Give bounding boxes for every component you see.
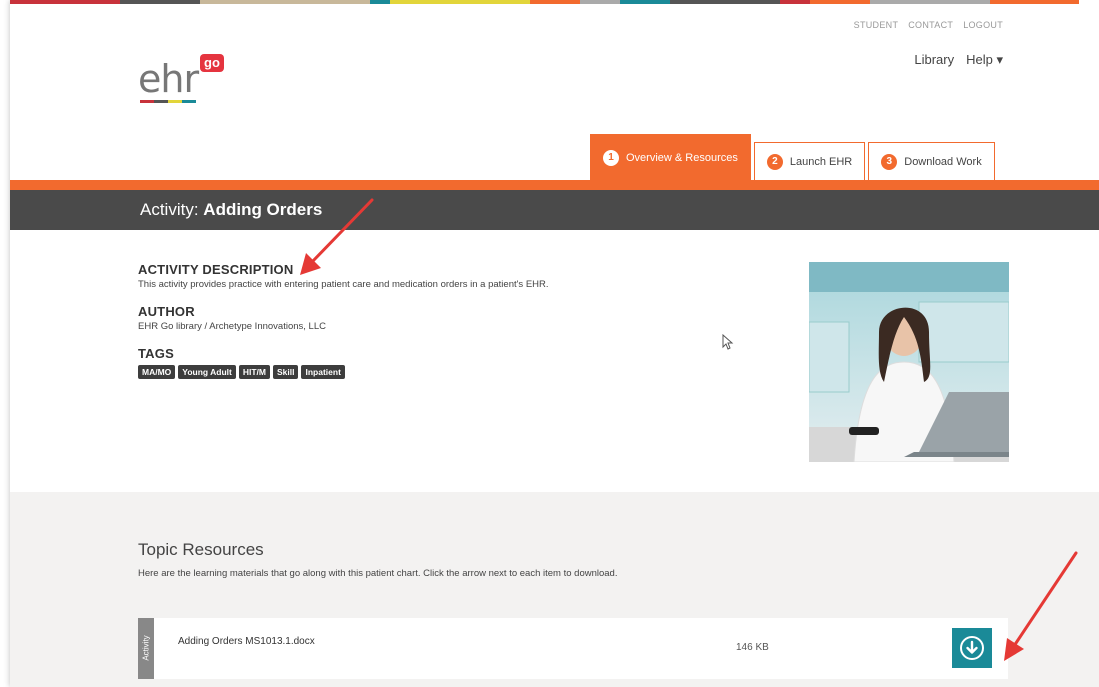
tab-launch-ehr[interactable]: 2 Launch EHR [753,142,866,180]
tab-label: Launch EHR [789,155,853,168]
logo-color-bar [140,100,196,103]
resource-category-text: Activity [141,635,151,661]
tab-label: Overview & Resources [626,151,738,164]
activity-photo [809,262,1009,462]
ehrgo-logo[interactable]: ehr go [138,54,228,106]
brand-color-strip [10,0,1099,4]
step-number: 2 [766,153,783,170]
student-link[interactable]: STUDENT [854,20,899,30]
logo-badge: go [200,54,224,72]
top-links: STUDENT CONTACT LOGOUT [854,20,1003,30]
author-heading: AUTHOR [138,304,195,319]
tag-ma-mo[interactable]: MA/MO [138,365,176,379]
description-text: This activity provides practice with ent… [138,279,549,290]
tab-download-work[interactable]: 3 Download Work [868,142,995,180]
resources-title: Topic Resources [138,540,264,559]
tab-label: Download Work [904,155,982,168]
tag-skill[interactable]: Skill [273,365,299,379]
description-heading: ACTIVITY DESCRIPTION [138,262,294,277]
step-tabs: 1 Overview & Resources 2 Launch EHR 3 Do… [590,134,995,180]
download-arrow-icon [960,636,984,660]
app-frame: STUDENT CONTACT LOGOUT ehr go Library He… [10,0,1099,687]
step-number: 3 [881,153,898,170]
tags-heading: TAGS [138,346,174,361]
tag-inpatient[interactable]: Inpatient [301,365,345,379]
contact-link[interactable]: CONTACT [908,20,953,30]
resource-filesize: 146 KB [736,642,769,653]
tag-hit-m[interactable]: HIT/M [238,365,270,379]
tag-list: MA/MO Young Adult HIT/M Skill Inpatient [138,365,758,379]
mouse-cursor-icon [722,333,734,355]
activity-header: Activity: Adding Orders [10,190,1099,230]
resource-filename: Adding Orders MS1013.1.docx [178,636,315,647]
author-text: EHR Go library / Archetype Innovations, … [138,321,326,332]
resource-category-label: Activity [138,618,154,679]
resource-item: Activity Adding Orders MS1013.1.docx 146… [138,618,1008,679]
activity-details: ACTIVITY DESCRIPTION This activity provi… [138,262,758,393]
help-menu[interactable]: Help ▾ [966,52,1003,68]
step-number: 1 [603,149,619,166]
tag-young-adult[interactable]: Young Adult [178,365,236,379]
main-nav: Library Help ▾ [914,52,1003,68]
activity-title: Adding Orders [203,200,323,219]
download-button[interactable] [952,628,992,668]
topic-resources-section: Topic Resources Here are the learning ma… [10,492,1099,687]
library-link[interactable]: Library [914,52,954,68]
activity-prefix: Activity: [140,200,199,219]
logout-link[interactable]: LOGOUT [963,20,1003,30]
orange-divider [10,180,1099,190]
tab-overview-resources[interactable]: 1 Overview & Resources [590,134,751,180]
logo-text: ehr [138,57,199,101]
resources-subtitle: Here are the learning materials that go … [138,568,618,579]
